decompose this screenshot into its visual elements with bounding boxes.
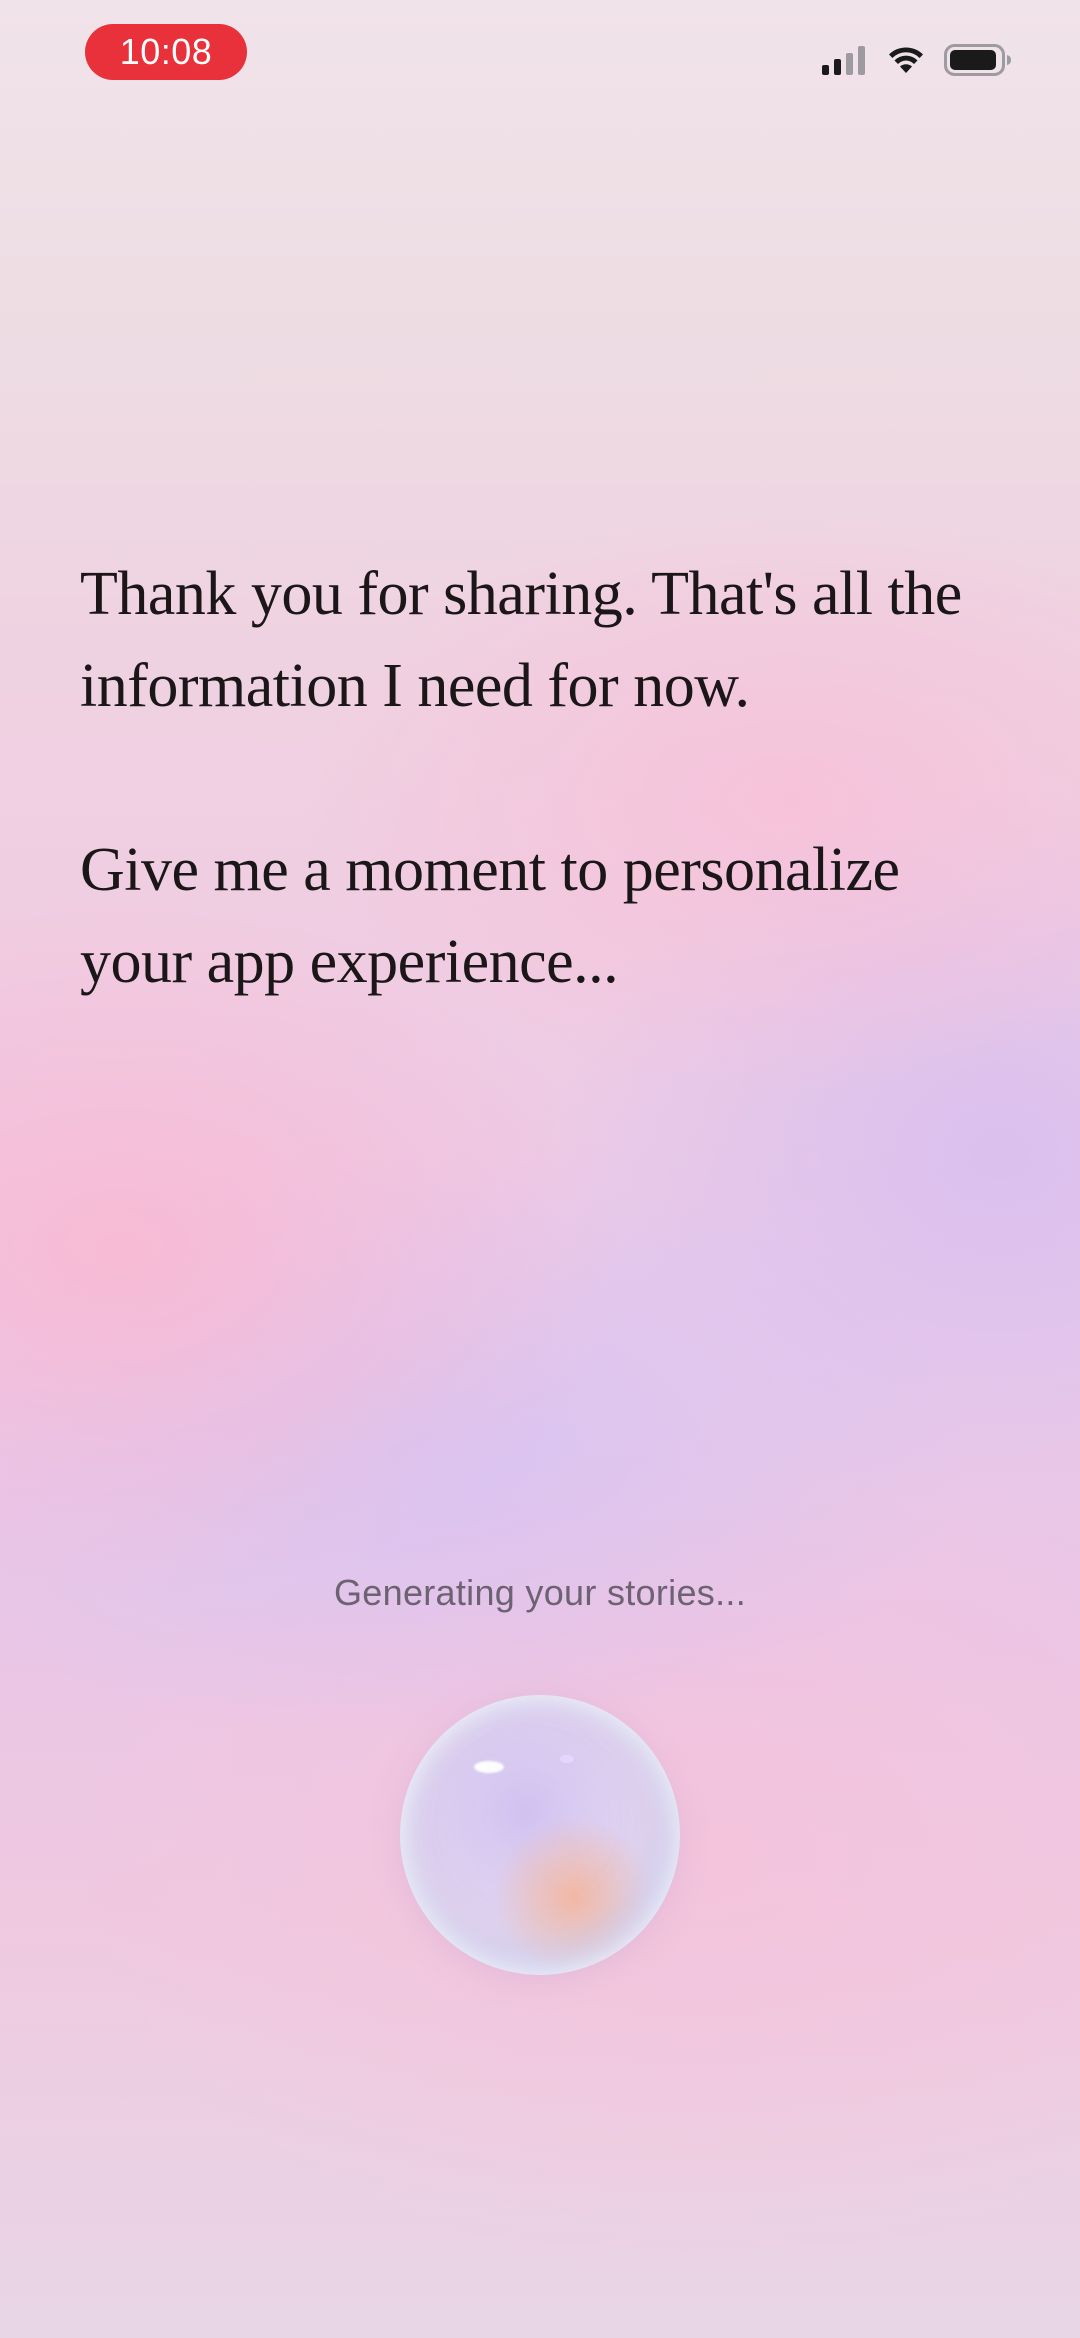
cellular-signal-icon	[820, 45, 868, 80]
battery-icon	[944, 43, 1012, 81]
wifi-icon	[886, 45, 926, 80]
orb-highlight	[474, 1761, 504, 1773]
generating-status-text: Generating your stories...	[334, 1572, 746, 1613]
onboarding-screen: 10:08 Thank you for sharing. That's all …	[0, 0, 1080, 2338]
orb-highlight-secondary	[560, 1755, 574, 1763]
status-bar: 10:08	[0, 0, 1080, 110]
orb-loader-icon	[400, 1695, 680, 1975]
assistant-message: Thank you for sharing. That's all the in…	[80, 548, 1020, 1008]
message-paragraph-personalize: Give me a moment to personalize your app…	[80, 836, 900, 996]
status-time: 10:08	[85, 24, 247, 80]
status-icons	[820, 40, 1012, 84]
message-paragraph-thanks: Thank you for sharing. That's all the in…	[80, 560, 962, 720]
